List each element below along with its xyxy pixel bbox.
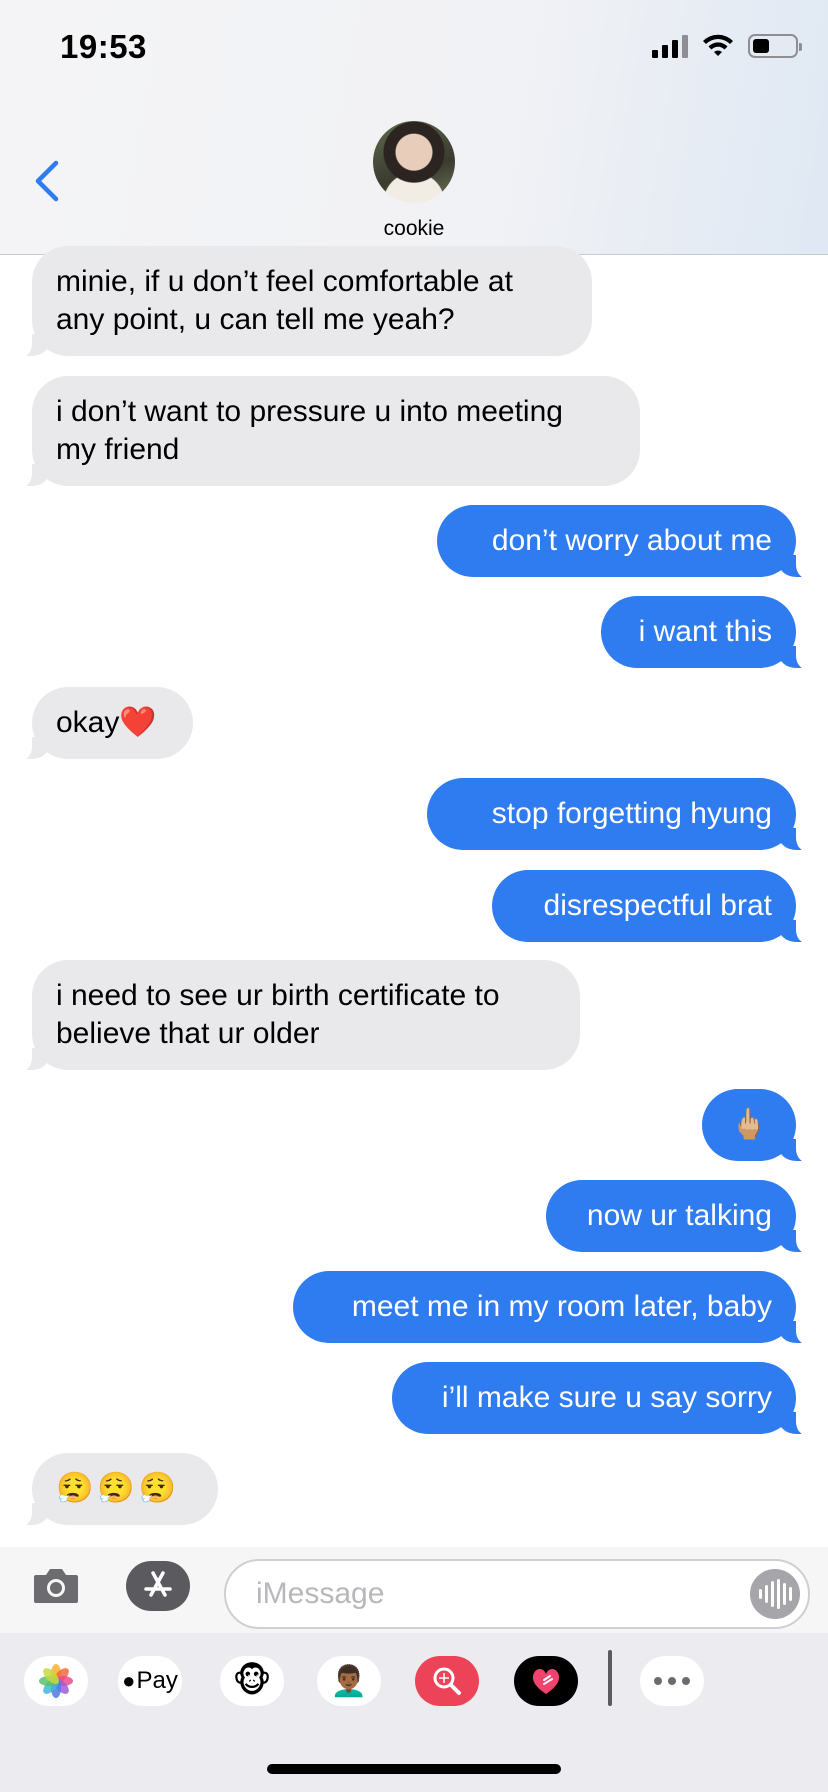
app-store-icon [144, 1571, 172, 1597]
message-received[interactable]: minie, if u don’t feel comfortable at an… [12, 246, 592, 358]
message-text: meet me in my room later, baby [351, 1290, 772, 1323]
message-received[interactable]: i need to see ur birth certificate to be… [12, 960, 580, 1072]
wifi-icon [703, 34, 733, 56]
animoji-monkey-icon[interactable]: 🐵 [220, 1656, 284, 1706]
message-text: minie, if u don’t feel comfortable at an… [56, 265, 513, 336]
message-input-placeholder: iMessage [256, 1577, 385, 1610]
message-received[interactable]: 😮‍💨😮‍💨😮‍💨 [12, 1453, 218, 1527]
apple-logo-icon: ● [122, 1668, 136, 1693]
memoji-icon[interactable]: 👨🏾‍🦱 [317, 1656, 381, 1706]
contact-name[interactable]: cookie [0, 217, 828, 241]
conversation-header: 19:53 cookie [0, 0, 828, 255]
message-text: 🖕🏼 [730, 1108, 768, 1141]
apple-pay-app[interactable]: ● Pay [118, 1656, 182, 1706]
status-time: 19:53 [60, 28, 147, 65]
more-apps-icon[interactable] [640, 1656, 704, 1706]
message-sent[interactable]: i’ll make sure u say sorry [392, 1362, 816, 1436]
message-sent[interactable]: stop forgetting hyung [427, 778, 816, 852]
digital-touch-icon[interactable] [514, 1656, 578, 1706]
message-sent[interactable]: meet me in my room later, baby [293, 1271, 816, 1345]
message-text: i’ll make sure u say sorry [441, 1381, 772, 1414]
message-text: stop forgetting hyung [491, 797, 772, 830]
message-text: i want this [638, 615, 772, 648]
message-sent[interactable]: don’t worry about me [437, 505, 816, 579]
message-sent[interactable]: 🖕🏼 [702, 1089, 816, 1163]
compose-bar: iMessage [0, 1547, 828, 1633]
message-text: i need to see ur birth certificate to be… [56, 979, 500, 1050]
home-indicator[interactable] [267, 1764, 561, 1774]
message-text: 😮‍💨😮‍💨😮‍💨 [56, 1472, 181, 1505]
contact-avatar[interactable] [373, 121, 455, 203]
app-drawer-divider [608, 1650, 612, 1706]
message-sent[interactable]: disrespectful brat [492, 870, 816, 944]
message-received[interactable]: okay❤️ [12, 687, 193, 761]
camera-icon[interactable] [32, 1565, 80, 1605]
audio-message-button[interactable] [750, 1569, 800, 1619]
message-text: okay❤️ [56, 706, 157, 739]
app-store-button[interactable] [126, 1561, 190, 1611]
message-text: i don’t want to pressure u into meeting … [56, 395, 563, 466]
message-input[interactable]: iMessage [224, 1559, 810, 1629]
back-chevron-icon[interactable] [32, 160, 62, 202]
images-search-icon[interactable] [415, 1656, 479, 1706]
apple-pay-label: Pay [136, 1667, 178, 1694]
message-received[interactable]: i don’t want to pressure u into meeting … [12, 376, 640, 488]
message-text: don’t worry about me [491, 524, 772, 557]
cellular-signal-icon [652, 34, 688, 58]
message-sent[interactable]: i want this [601, 596, 816, 670]
photos-app-icon[interactable] [24, 1656, 88, 1706]
battery-icon [748, 34, 802, 58]
message-text: disrespectful brat [543, 889, 772, 922]
message-text: now ur talking [586, 1199, 772, 1232]
message-sent[interactable]: now ur talking [546, 1180, 816, 1254]
status-icons [652, 34, 802, 58]
